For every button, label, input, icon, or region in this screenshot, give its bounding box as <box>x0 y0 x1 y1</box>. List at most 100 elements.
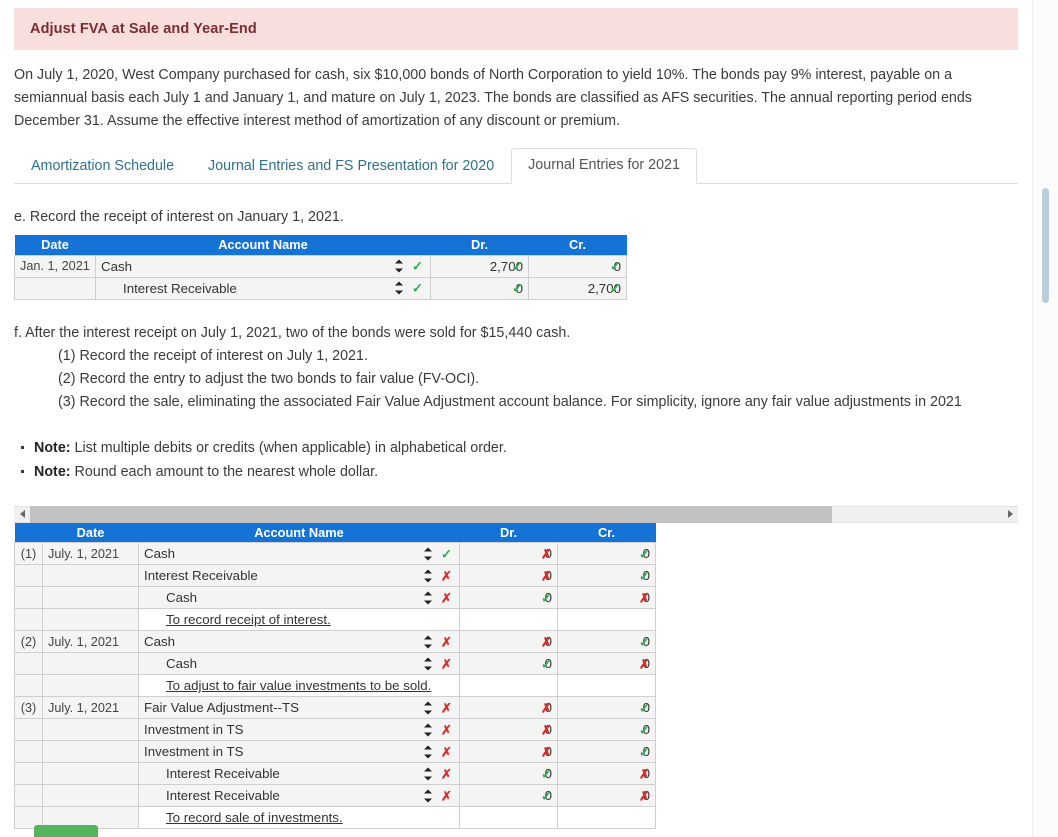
cell-account-name[interactable]: Investment in TS ✗ <box>138 740 460 763</box>
cell-credit[interactable]: 0 ✓ <box>557 740 656 763</box>
validation-check-icon: ✓ <box>441 546 452 561</box>
horizontal-scroll-track[interactable] <box>30 505 1002 523</box>
cell-date: July. 1, 2021 <box>42 542 139 565</box>
table-row: To record sale of investments. <box>14 806 656 829</box>
cell-entry-index <box>14 762 43 785</box>
tab-bar: Amortization Schedule Journal Entries an… <box>14 148 1018 184</box>
scroll-left-arrow-icon[interactable] <box>14 506 30 523</box>
horizontal-scrollbar[interactable] <box>14 505 1018 523</box>
note-text: List multiple debits or credits (when ap… <box>70 439 507 456</box>
cell-debit[interactable]: 0 ✗ <box>459 740 558 763</box>
memo-label: To record sale of investments. <box>166 810 343 825</box>
validation-check-icon: ✓ <box>610 280 621 296</box>
column-header-index <box>14 522 43 543</box>
cell-debit[interactable]: 0 ✓ <box>430 276 529 300</box>
cell-date: Jan. 1, 2021 <box>14 254 96 278</box>
cell-debit[interactable]: 0 ✗ <box>459 696 558 719</box>
table-row: (2) July. 1, 2021 Cash ✗ 0 ✗ 0 ✓ <box>14 630 656 653</box>
cell-credit[interactable]: 0 ✗ <box>557 586 656 609</box>
cell-credit[interactable]: 0 ✗ <box>557 784 656 807</box>
submit-button[interactable] <box>34 825 98 837</box>
cell-credit[interactable]: 0 ✓ <box>557 630 656 653</box>
chevron-updown-icon[interactable] <box>424 745 433 758</box>
chevron-updown-icon[interactable] <box>424 789 433 802</box>
cell-account-name[interactable]: Interest Receivable ✗ <box>138 564 460 587</box>
vertical-scrollbar[interactable] <box>1032 0 1058 837</box>
validation-check-icon: ✓ <box>541 656 552 671</box>
validation-check-icon: ✓ <box>610 258 621 274</box>
cell-account-name[interactable]: Cash ✗ <box>138 630 460 653</box>
cell-debit[interactable]: 0 ✓ <box>459 762 558 785</box>
page-title: Adjust FVA at Sale and Year-End <box>30 21 257 37</box>
cell-account-name[interactable]: Interest Receivable ✗ <box>138 762 460 785</box>
account-name-label: Cash <box>166 590 198 605</box>
cell-credit[interactable]: 2,700 ✓ <box>528 276 627 300</box>
cell-account-name[interactable]: Cash ✗ <box>138 652 460 675</box>
cell-debit[interactable]: 2,700 ✓ <box>430 254 529 278</box>
cell-date: July. 1, 2021 <box>42 630 139 653</box>
chevron-updown-icon[interactable] <box>424 635 433 648</box>
cell-credit[interactable]: 0 ✗ <box>557 652 656 675</box>
tab-journal-entries-2021[interactable]: Journal Entries for 2021 <box>511 148 697 184</box>
page-title-banner: Adjust FVA at Sale and Year-End <box>14 8 1018 50</box>
chevron-updown-icon[interactable] <box>424 701 433 714</box>
account-name-label: Cash <box>166 656 198 671</box>
table-row: Investment in TS ✗ 0 ✗ 0 ✓ <box>14 718 656 741</box>
cell-credit[interactable]: 0 ✓ <box>557 542 656 565</box>
cell-debit[interactable]: 0 ✗ <box>459 564 558 587</box>
chevron-updown-icon[interactable] <box>395 281 404 295</box>
tab-journal-entries-2020[interactable]: Journal Entries and FS Presentation for … <box>191 149 511 184</box>
cell-account-name[interactable]: Cash ✗ <box>138 586 460 609</box>
section-e-prompt: e. Record the receipt of interest on Jan… <box>14 209 344 225</box>
cell-entry-index <box>14 586 43 609</box>
section-f-subitem-2: (2) Record the entry to adjust the two b… <box>58 370 480 387</box>
tab-label: Journal Entries for 2021 <box>528 157 680 173</box>
account-name-label: Interest Receivable <box>166 766 280 781</box>
cell-account-name[interactable]: Interest Receivable ✓ <box>95 276 431 300</box>
cell-memo[interactable]: To record sale of investments. <box>138 806 460 829</box>
cell-account-name[interactable]: Investment in TS ✗ <box>138 718 460 741</box>
chevron-updown-icon[interactable] <box>424 569 433 582</box>
cell-credit <box>557 806 656 829</box>
cell-account-name[interactable]: Interest Receivable ✗ <box>138 784 460 807</box>
account-name-label: Cash <box>144 634 176 649</box>
cell-credit[interactable]: 0 ✗ <box>557 762 656 785</box>
validation-cross-icon: ✗ <box>441 722 452 737</box>
cell-account-name[interactable]: Cash ✓ <box>95 254 431 278</box>
chevron-updown-icon[interactable] <box>424 657 433 670</box>
table-header-row: Date Account Name Dr. Cr. <box>14 235 627 255</box>
cell-date <box>42 652 139 675</box>
column-header-dr: Dr. <box>430 235 529 255</box>
cell-debit[interactable]: 0 ✓ <box>459 784 558 807</box>
tab-amortization-schedule[interactable]: Amortization Schedule <box>14 149 191 184</box>
cell-memo[interactable]: To adjust to fair value investments to b… <box>138 674 460 697</box>
vertical-scroll-thumb[interactable] <box>1042 188 1049 303</box>
account-name-label: Interest Receivable <box>123 280 237 296</box>
validation-check-icon: ✓ <box>541 590 552 605</box>
cell-entry-index <box>14 652 43 675</box>
cell-debit[interactable]: 0 ✗ <box>459 542 558 565</box>
chevron-updown-icon[interactable] <box>395 259 404 273</box>
cell-credit[interactable]: 0 ✓ <box>557 696 656 719</box>
cell-debit[interactable]: 0 ✓ <box>459 652 558 675</box>
validation-cross-icon: ✗ <box>541 722 552 737</box>
scroll-right-arrow-icon[interactable] <box>1002 506 1018 523</box>
chevron-updown-icon[interactable] <box>424 547 433 560</box>
cell-credit[interactable]: 0 ✓ <box>557 564 656 587</box>
horizontal-scroll-thumb[interactable] <box>30 505 832 523</box>
cell-credit[interactable]: 0 ✓ <box>557 718 656 741</box>
cell-memo[interactable]: To record receipt of interest. <box>138 608 460 631</box>
cell-credit[interactable]: 0 ✓ <box>528 254 627 278</box>
cell-account-name[interactable]: Cash ✓ <box>138 542 460 565</box>
validation-cross-icon: ✗ <box>441 634 452 649</box>
chevron-updown-icon[interactable] <box>424 591 433 604</box>
cell-debit[interactable]: 0 ✗ <box>459 630 558 653</box>
table-row: To adjust to fair value investments to b… <box>14 674 656 697</box>
journal-table-section-f: Date Account Name Dr. Cr. (1) July. 1, 20… <box>14 522 656 829</box>
cell-account-name[interactable]: Fair Value Adjustment--TS ✗ <box>138 696 460 719</box>
validation-cross-icon: ✗ <box>639 590 650 605</box>
cell-debit[interactable]: 0 ✗ <box>459 718 558 741</box>
chevron-updown-icon[interactable] <box>424 767 433 780</box>
chevron-updown-icon[interactable] <box>424 723 433 736</box>
cell-debit[interactable]: 0 ✓ <box>459 586 558 609</box>
